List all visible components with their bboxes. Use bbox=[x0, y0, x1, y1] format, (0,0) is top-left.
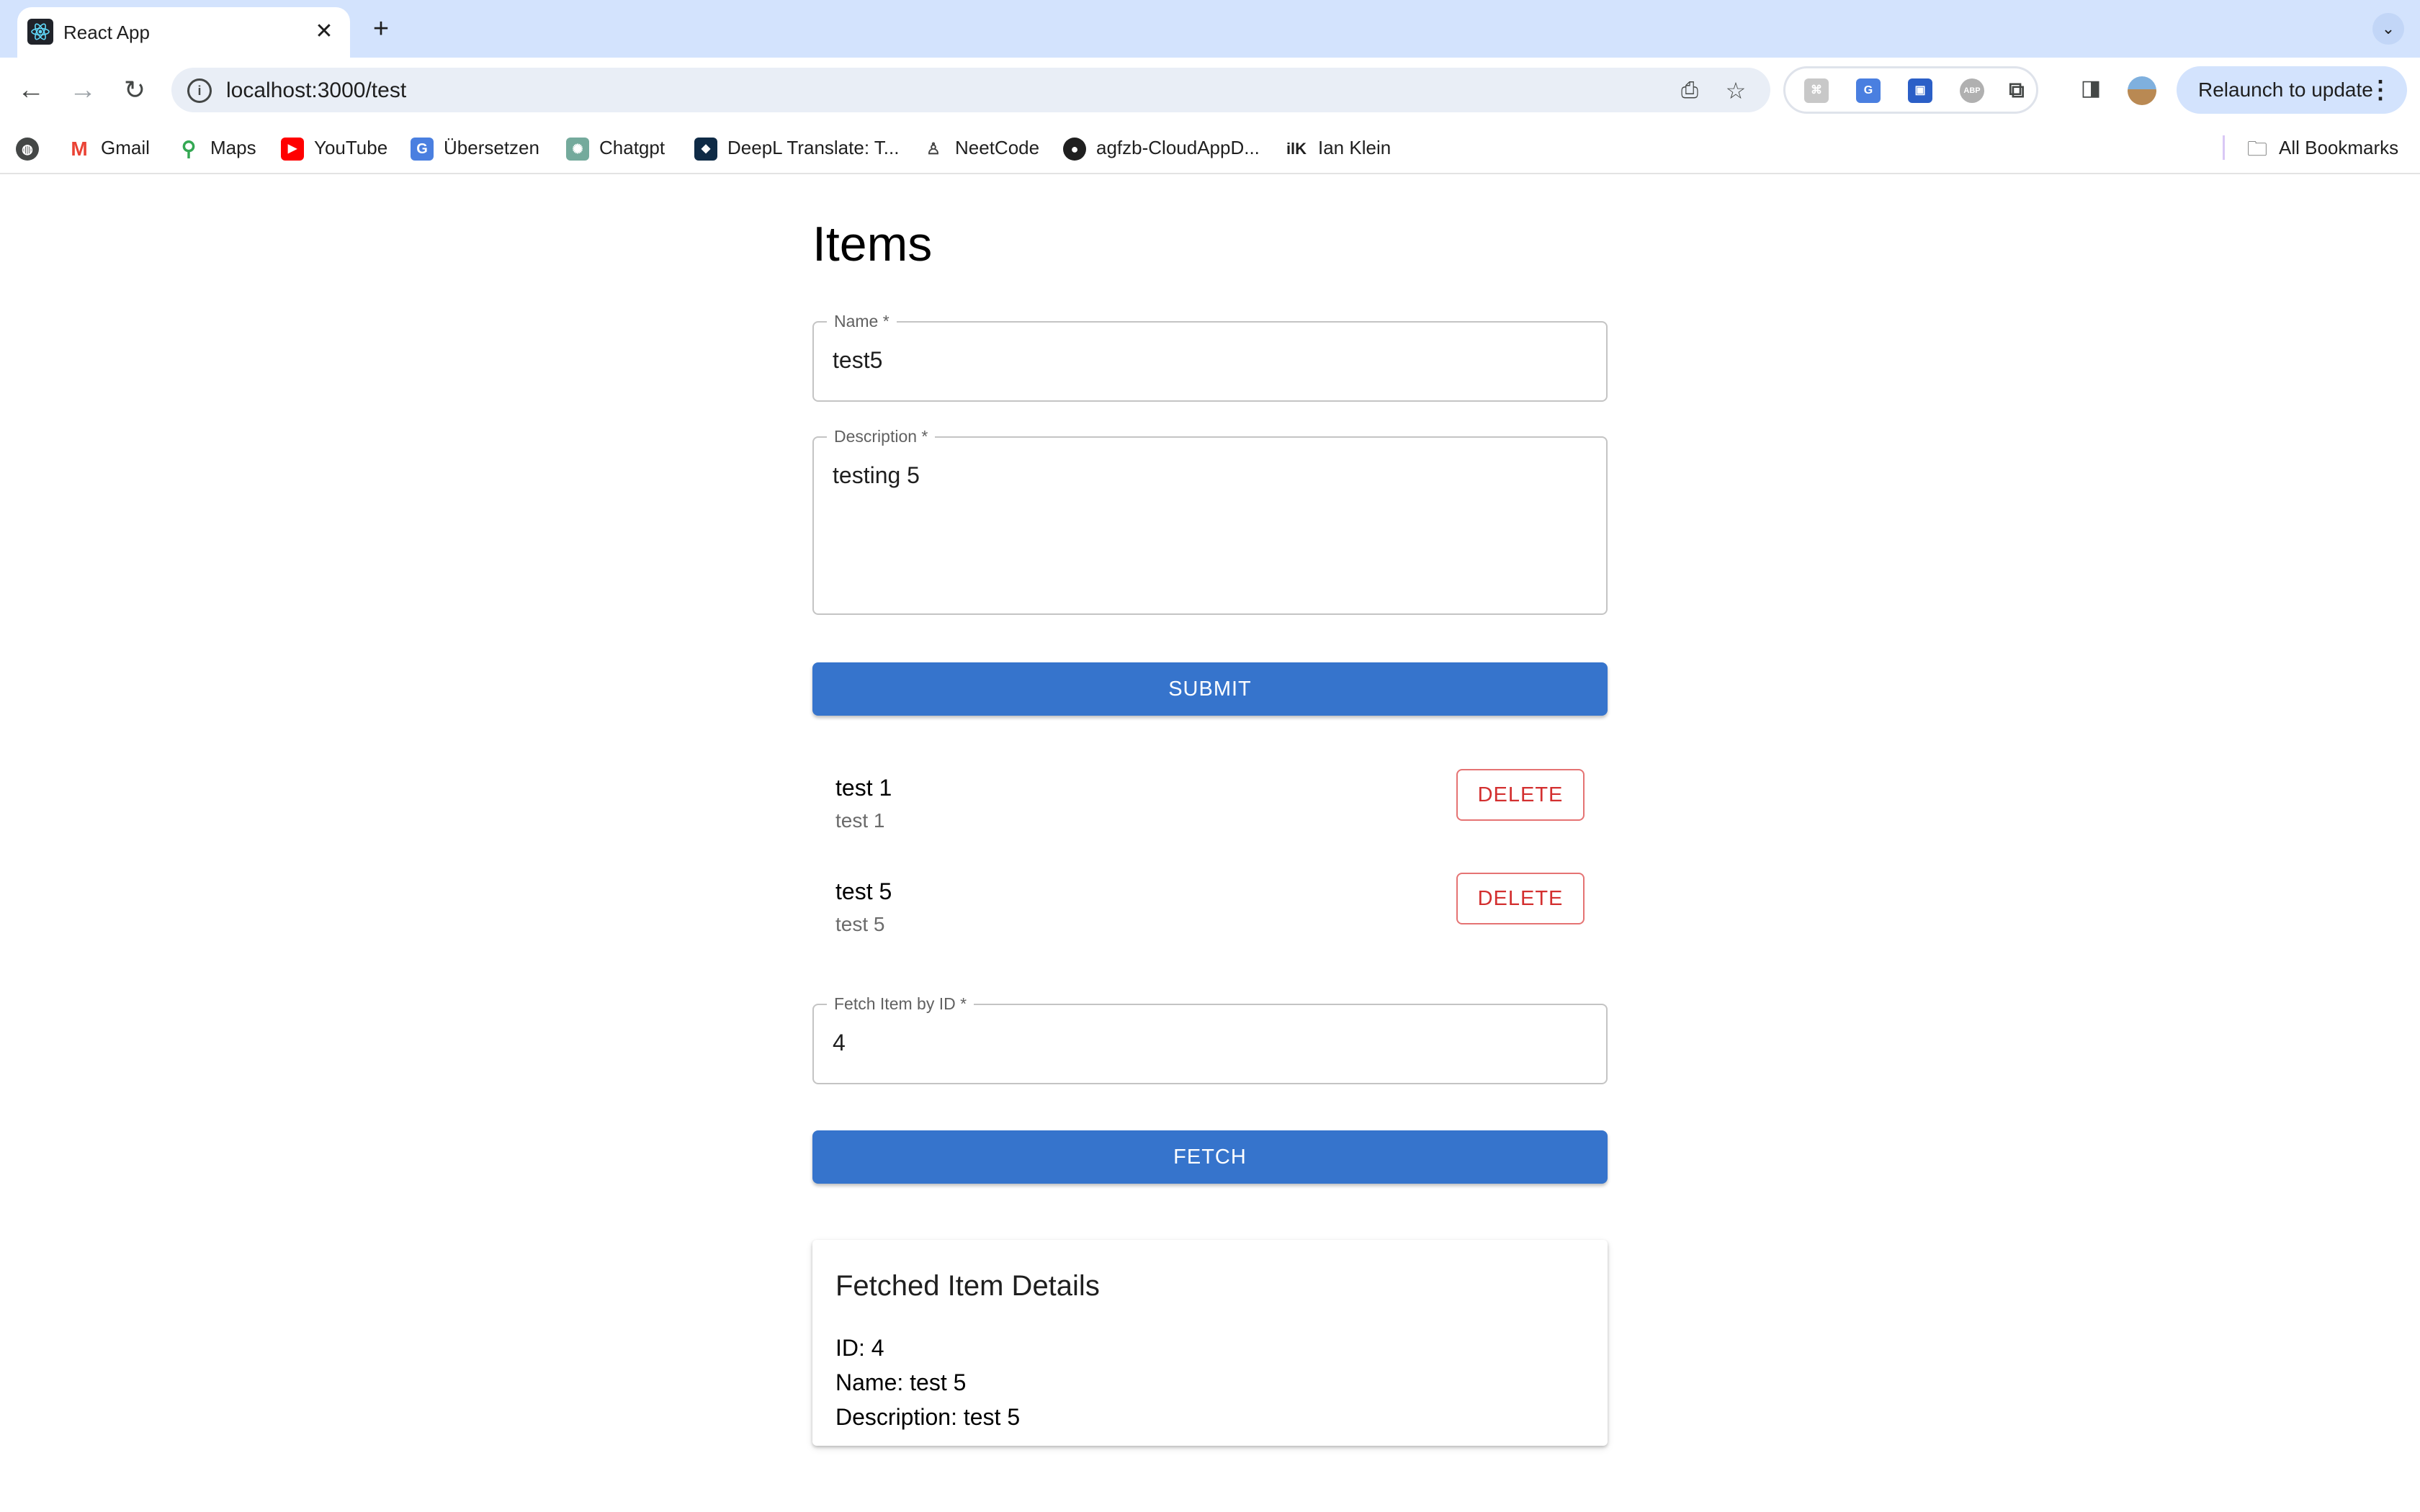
profile-avatar[interactable] bbox=[2128, 76, 2156, 105]
item-name: test 5 bbox=[835, 878, 892, 904]
back-icon[interactable]: ← bbox=[12, 71, 50, 109]
bookmark-label: Maps bbox=[210, 137, 256, 158]
description-field-value[interactable]: testing 5 bbox=[833, 462, 920, 489]
forward-icon[interactable]: → bbox=[63, 71, 102, 109]
bookmark-ian-klein[interactable]: ilK Ian Klein bbox=[1285, 134, 1391, 161]
chatgpt-icon: ✺ bbox=[566, 138, 589, 161]
delete-button[interactable]: DELETE bbox=[1456, 873, 1585, 924]
new-tab-button[interactable]: + bbox=[364, 13, 398, 46]
fetched-item-name: Name: test 5 bbox=[835, 1369, 967, 1395]
item-description: test 1 bbox=[835, 809, 885, 832]
fetch-id-field[interactable]: Fetch Item by ID * 4 bbox=[812, 994, 1608, 1084]
react-icon bbox=[27, 19, 53, 45]
relaunch-button[interactable]: Relaunch to update ⋮ bbox=[2177, 66, 2407, 114]
extensions-group: ⌘ G ▣ ABP ⧉ bbox=[1783, 66, 2038, 114]
install-app-icon[interactable]: ⎙ bbox=[1675, 76, 1704, 105]
bookmark-label: Ian Klein bbox=[1318, 137, 1392, 158]
globe-icon: ◍ bbox=[16, 138, 39, 161]
tab-strip: React App ✕ + ⌄ bbox=[0, 0, 2420, 58]
youtube-icon: ▶ bbox=[281, 138, 304, 161]
close-tab-icon[interactable]: ✕ bbox=[311, 19, 337, 45]
site-info-icon[interactable]: i bbox=[187, 78, 212, 103]
address-bar[interactable]: i localhost:3000/test ⎙ ☆ bbox=[171, 68, 1770, 112]
bookmark-maps[interactable]: ⚲ Maps bbox=[177, 134, 256, 161]
fetch-button[interactable]: FETCH bbox=[812, 1130, 1608, 1184]
bookmark-label: Gmail bbox=[101, 137, 150, 158]
tab-title: React App bbox=[63, 22, 150, 43]
folder-icon: 🗀 bbox=[2246, 138, 2269, 161]
bookmark-star-icon[interactable]: ☆ bbox=[1721, 76, 1750, 105]
menu-dots-icon[interactable]: ⋮ bbox=[2368, 66, 2393, 114]
bookmark-globe[interactable]: ◍ bbox=[16, 134, 49, 161]
bookmarks-divider bbox=[2223, 135, 2225, 160]
github-icon: ● bbox=[1063, 138, 1086, 161]
name-field-label: Name * bbox=[827, 311, 897, 331]
bookmark-label: agfzb-CloudAppD... bbox=[1096, 137, 1260, 158]
tab-search-icon[interactable]: ⌄ bbox=[2372, 13, 2404, 45]
all-bookmarks-label: All Bookmarks bbox=[2279, 137, 2399, 158]
deepl-icon: ◆ bbox=[694, 138, 717, 161]
fetch-id-field-value[interactable]: 4 bbox=[833, 1030, 846, 1056]
fetched-item-title: Fetched Item Details bbox=[835, 1270, 1100, 1302]
reload-icon[interactable]: ↻ bbox=[115, 71, 154, 109]
bookmark-label: DeepL Translate: T... bbox=[727, 137, 900, 158]
adblock-icon[interactable]: ABP bbox=[1960, 78, 1984, 103]
extension-3-icon[interactable]: ▣ bbox=[1908, 78, 1932, 103]
bookmark-gmail[interactable]: M Gmail bbox=[68, 134, 150, 161]
bookmark-chatgpt[interactable]: ✺ Chatgpt bbox=[566, 134, 665, 161]
description-field-label: Description * bbox=[827, 426, 936, 446]
extension-1-icon[interactable]: ⌘ bbox=[1804, 78, 1829, 103]
relaunch-label: Relaunch to update bbox=[2198, 78, 2373, 101]
delete-button[interactable]: DELETE bbox=[1456, 769, 1585, 821]
gmail-icon: M bbox=[68, 138, 91, 161]
browser-toolbar: ← → ↻ i localhost:3000/test ⎙ ☆ ⌘ G ▣ AB… bbox=[0, 58, 2420, 122]
bookmark-label: Chatgpt bbox=[599, 137, 666, 158]
bookmark-neetcode[interactable]: ♙ NeetCode bbox=[922, 134, 1039, 161]
fetch-id-field-label: Fetch Item by ID * bbox=[827, 994, 974, 1014]
item-name: test 1 bbox=[835, 775, 892, 801]
translate-extension-icon[interactable]: G bbox=[1856, 78, 1881, 103]
url-text[interactable]: localhost:3000/test bbox=[226, 78, 406, 103]
all-bookmarks[interactable]: 🗀 All Bookmarks bbox=[2246, 134, 2398, 161]
extensions-puzzle-icon[interactable]: ⧉ bbox=[2004, 78, 2029, 103]
tab-react-app[interactable]: React App ✕ bbox=[17, 7, 350, 58]
name-field-value[interactable]: test5 bbox=[833, 347, 882, 374]
fetched-item-card: Fetched Item Details ID: 4 Name: test 5 … bbox=[812, 1240, 1608, 1446]
bookmark-label: Übersetzen bbox=[444, 137, 539, 158]
list-item: test 1 test 1 DELETE bbox=[835, 769, 1585, 854]
fetched-item-description: Description: test 5 bbox=[835, 1404, 1021, 1430]
description-field[interactable]: Description * testing 5 bbox=[812, 426, 1608, 615]
ilk-icon: ilK bbox=[1285, 138, 1308, 161]
submit-button[interactable]: SUBMIT bbox=[812, 662, 1608, 716]
bookmark-youtube[interactable]: ▶ YouTube bbox=[281, 134, 387, 161]
page-title: Items bbox=[812, 217, 933, 271]
side-panel-icon[interactable]: ◨ bbox=[2074, 72, 2107, 105]
bookmark-label: YouTube bbox=[314, 137, 388, 158]
bookmark-github[interactable]: ● agfzb-CloudAppD... bbox=[1063, 134, 1260, 161]
bookmark-deepl[interactable]: ◆ DeepL Translate: T... bbox=[694, 134, 899, 161]
item-description: test 5 bbox=[835, 913, 885, 935]
list-item: test 5 test 5 DELETE bbox=[835, 873, 1585, 958]
bookmark-label: NeetCode bbox=[955, 137, 1040, 158]
bookmarks-bar: ◍ M Gmail ⚲ Maps ▶ YouTube G Übersetzen ✺ Cha… bbox=[0, 122, 2420, 174]
bookmark-translate[interactable]: G Übersetzen bbox=[411, 134, 539, 161]
name-field[interactable]: Name * test5 bbox=[812, 311, 1608, 402]
maps-icon: ⚲ bbox=[177, 138, 200, 161]
fetched-item-id: ID: 4 bbox=[835, 1335, 884, 1361]
neetcode-icon: ♙ bbox=[922, 138, 945, 161]
translate-icon: G bbox=[411, 138, 434, 161]
